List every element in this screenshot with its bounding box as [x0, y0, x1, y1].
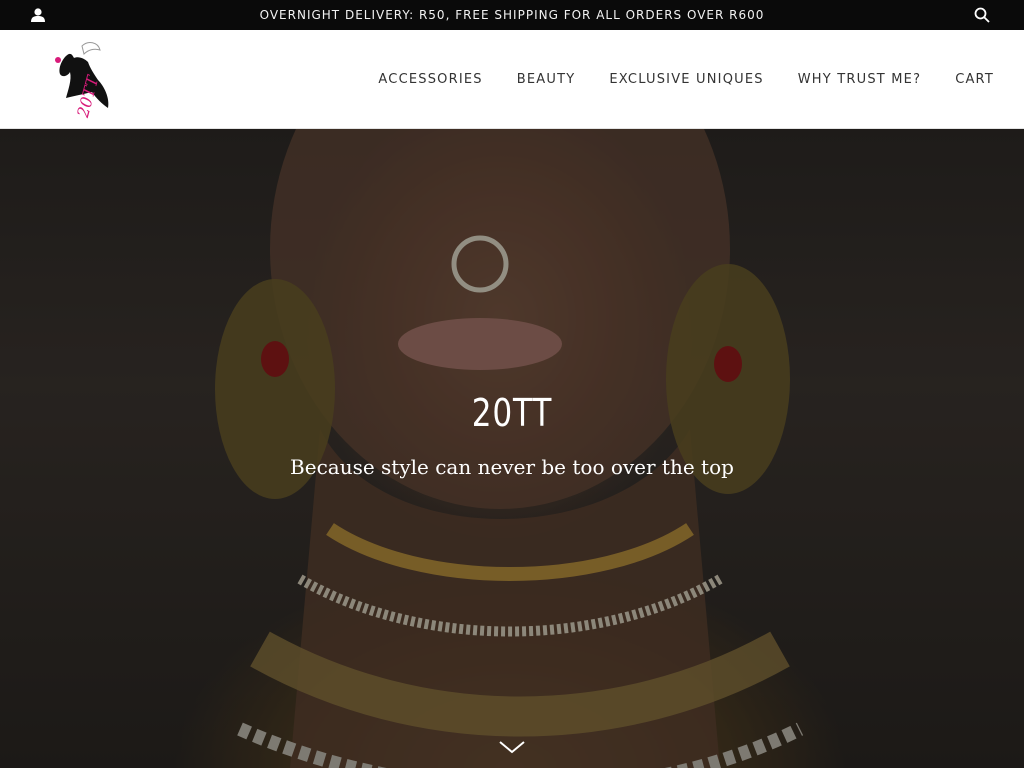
- hero-subtitle: Because style can never be too over the …: [290, 455, 734, 479]
- main-nav: ACCESSORIES BEAUTY EXCLUSIVE UNIQUES WHY…: [378, 30, 994, 129]
- hero-overlay: [0, 129, 1024, 768]
- hero-banner: 20TT Because style can never be too over…: [0, 129, 1024, 768]
- user-icon[interactable]: [30, 7, 46, 23]
- announcement-bar: OVERNIGHT DELIVERY: R50, FREE SHIPPING F…: [0, 0, 1024, 30]
- nav-beauty[interactable]: BEAUTY: [517, 72, 576, 87]
- nav-exclusive-uniques[interactable]: EXCLUSIVE UNIQUES: [609, 72, 763, 87]
- chevron-down-icon[interactable]: [498, 739, 526, 755]
- announcement-text: OVERNIGHT DELIVERY: R50, FREE SHIPPING F…: [259, 8, 765, 22]
- nav-cart[interactable]: CART: [955, 72, 994, 87]
- site-logo[interactable]: 20TT: [44, 38, 116, 122]
- nav-why-trust-me[interactable]: WHY TRUST ME?: [798, 72, 921, 87]
- site-header: 20TT ACCESSORIES BEAUTY EXCLUSIVE UNIQUE…: [0, 30, 1024, 129]
- hero-title: 20TT: [471, 391, 553, 435]
- search-icon[interactable]: [974, 7, 990, 23]
- nav-accessories[interactable]: ACCESSORIES: [378, 72, 482, 87]
